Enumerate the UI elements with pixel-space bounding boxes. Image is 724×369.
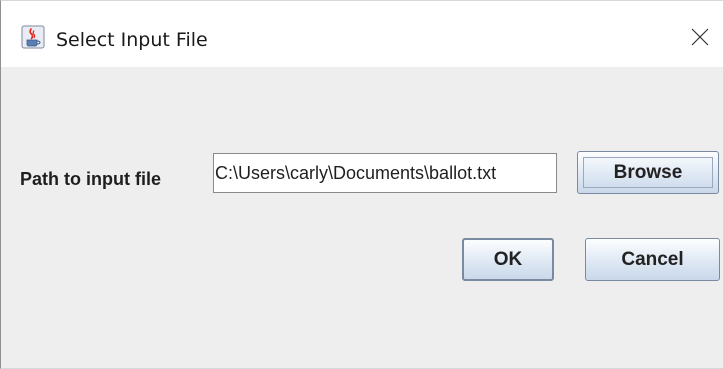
path-input-field[interactable]: C:\Users\carly\Documents\ballot.txt: [213, 153, 557, 193]
path-input-value: C:\Users\carly\Documents\ballot.txt: [215, 163, 497, 183]
ok-button[interactable]: OK: [462, 238, 554, 281]
browse-button[interactable]: Browse: [577, 151, 719, 194]
cancel-button[interactable]: Cancel: [585, 238, 720, 281]
ok-button-label: OK: [493, 249, 523, 270]
window-title: Select Input File: [56, 29, 208, 51]
close-icon: [691, 28, 709, 46]
java-coffee-icon: [21, 25, 45, 49]
close-button[interactable]: [677, 17, 723, 57]
cancel-button-label: Cancel: [621, 249, 684, 270]
title-bar: Select Input File: [1, 1, 723, 67]
dialog-content: Path to input file C:\Users\carly\Docume…: [1, 67, 723, 368]
select-input-file-dialog: Select Input File Path to input file C:\…: [0, 0, 724, 369]
browse-button-label: Browse: [613, 162, 683, 183]
path-to-input-file-label: Path to input file: [20, 169, 161, 189]
